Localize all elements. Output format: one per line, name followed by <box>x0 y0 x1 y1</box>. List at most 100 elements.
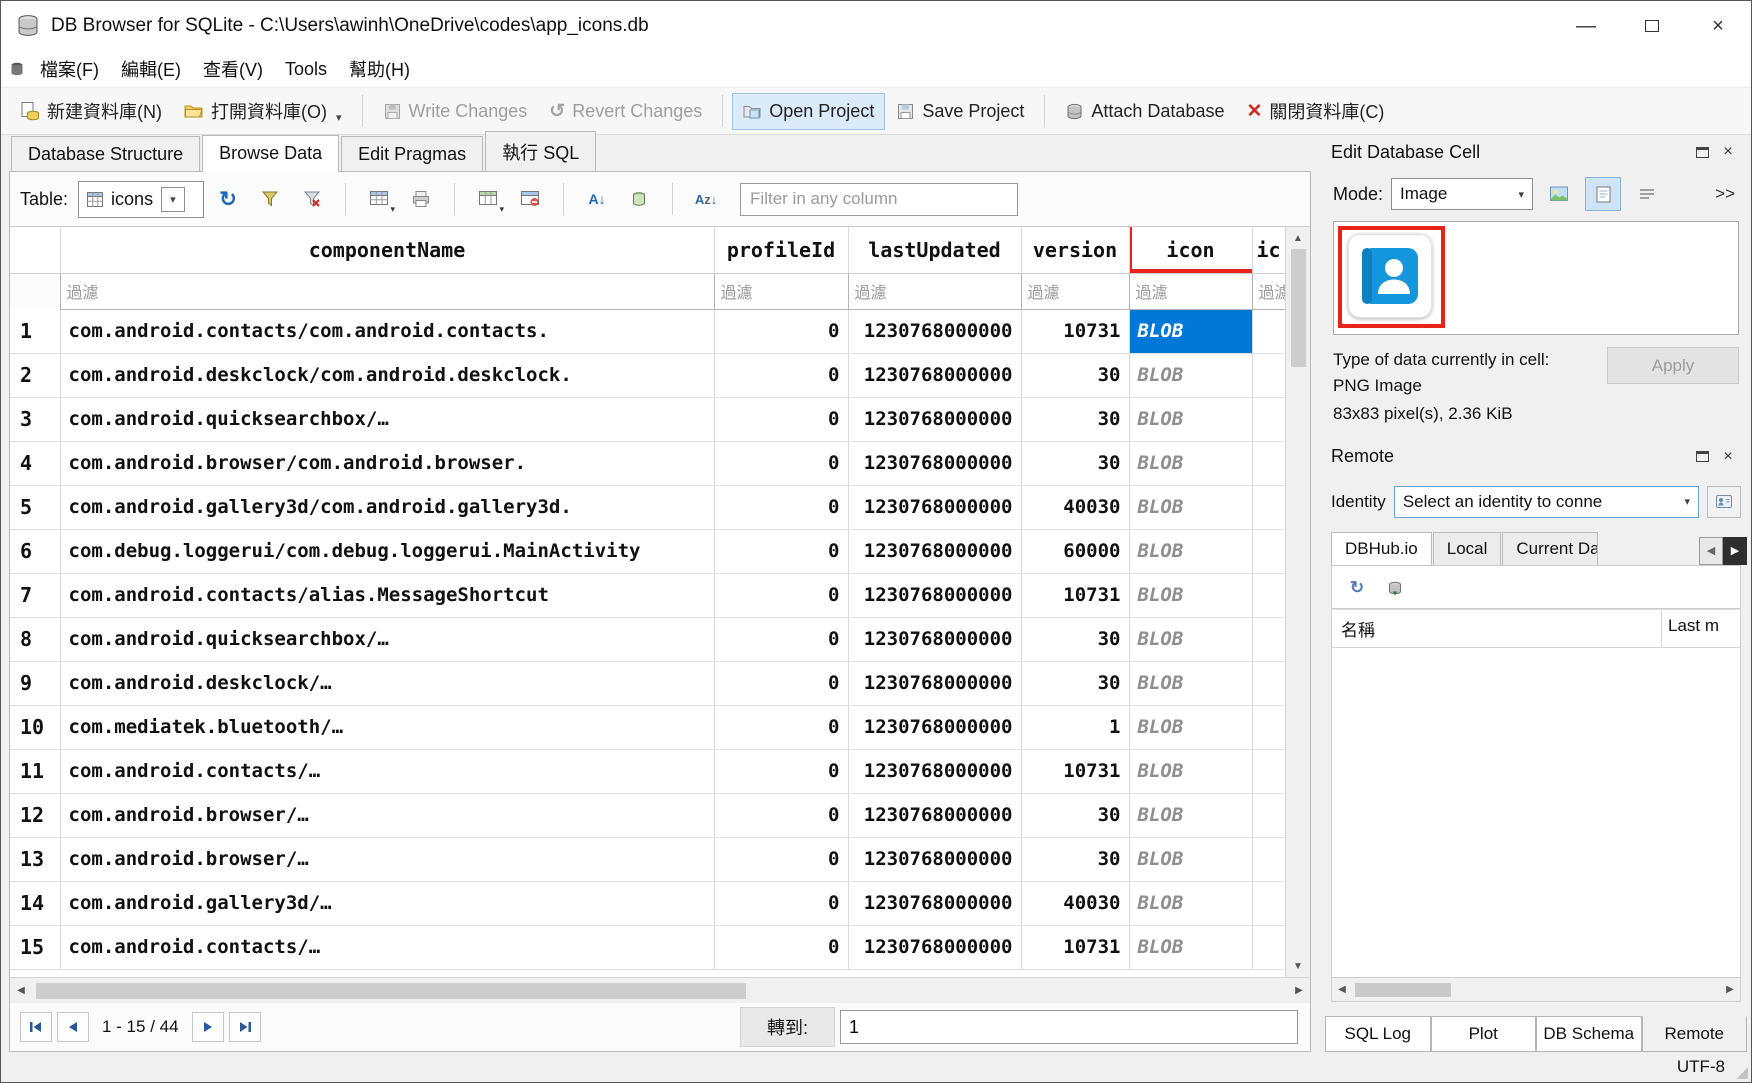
componentName-cell[interactable]: com.android.browser/com.android.browser. <box>60 441 714 485</box>
filter-input-componentName[interactable]: 過濾 <box>60 273 714 309</box>
profileId-cell[interactable]: 0 <box>714 353 848 397</box>
table-row[interactable]: 7 com.android.contacts/alias.MessageShor… <box>10 573 1285 617</box>
profileId-cell[interactable]: 0 <box>714 881 848 925</box>
version-cell[interactable]: 30 <box>1021 397 1129 441</box>
float-panel-button[interactable] <box>1689 140 1715 164</box>
profileId-cell[interactable]: 0 <box>714 661 848 705</box>
lastUpdated-cell[interactable]: 1230768000000 <box>848 353 1021 397</box>
filter-button[interactable] <box>252 182 288 216</box>
tab-edit-pragmas[interactable]: Edit Pragmas <box>341 136 483 171</box>
lastUpdated-cell[interactable]: 1230768000000 <box>848 529 1021 573</box>
lastUpdated-cell[interactable]: 1230768000000 <box>848 397 1021 441</box>
icon-blob-cell[interactable]: BLOB <box>1129 661 1252 705</box>
horizontal-scrollbar-thumb[interactable] <box>36 983 746 999</box>
insert-record-button[interactable]: ▾ <box>470 182 506 216</box>
column-header-profileId[interactable]: profileId <box>714 227 848 273</box>
scroll-left-icon[interactable]: ◀ <box>1332 979 1352 1001</box>
resize-grip-icon[interactable]: ◢ <box>1736 1063 1748 1081</box>
scroll-down-icon[interactable]: ▼ <box>1286 955 1310 977</box>
row-number-cell[interactable]: 7 <box>10 573 60 617</box>
dock-tab-plot[interactable]: Plot <box>1431 1016 1537 1052</box>
menu-help[interactable]: 幫助(H) <box>338 52 421 86</box>
column-header-lastUpdated[interactable]: lastUpdated <box>848 227 1021 273</box>
open-database-button[interactable]: 打開資料庫(O) ▾ <box>173 90 353 132</box>
open-project-button[interactable]: Open Project <box>732 93 885 130</box>
version-cell[interactable]: 40030 <box>1021 485 1129 529</box>
close-database-button[interactable]: ✕ 關閉資料庫(C) <box>1235 90 1395 132</box>
close-button[interactable]: × <box>1685 1 1751 51</box>
delete-record-button[interactable] <box>512 182 548 216</box>
horizontal-scrollbar[interactable]: ◀ ▶ <box>10 977 1310 1003</box>
row-number-cell[interactable]: 4 <box>10 441 60 485</box>
profileId-cell[interactable]: 0 <box>714 705 848 749</box>
maximize-button[interactable] <box>1619 1 1685 51</box>
row-number-cell[interactable]: 2 <box>10 353 60 397</box>
column-header-partial[interactable]: ic <box>1252 227 1285 273</box>
lastUpdated-cell[interactable]: 1230768000000 <box>848 881 1021 925</box>
tab-execute-sql[interactable]: 執行 SQL <box>485 131 596 171</box>
version-cell[interactable]: 10731 <box>1021 925 1129 969</box>
version-cell[interactable]: 30 <box>1021 793 1129 837</box>
filter-any-column-input[interactable] <box>740 183 1018 216</box>
dock-tab-db-schema[interactable]: DB Schema <box>1536 1016 1642 1052</box>
remote-tab-local[interactable]: Local <box>1433 532 1502 565</box>
overflow-cell[interactable] <box>1252 705 1285 749</box>
lastUpdated-cell[interactable]: 1230768000000 <box>848 705 1021 749</box>
icon-blob-cell[interactable]: BLOB <box>1129 617 1252 661</box>
lastUpdated-cell[interactable]: 1230768000000 <box>848 441 1021 485</box>
overflow-cell[interactable] <box>1252 793 1285 837</box>
componentName-cell[interactable]: com.android.quicksearchbox/… <box>60 397 714 441</box>
profileId-cell[interactable]: 0 <box>714 529 848 573</box>
lastUpdated-cell[interactable]: 1230768000000 <box>848 925 1021 969</box>
profileId-cell[interactable]: 0 <box>714 837 848 881</box>
table-row[interactable]: 4 com.android.browser/com.android.browse… <box>10 441 1285 485</box>
menu-file[interactable]: 檔案(F) <box>29 52 110 86</box>
filter-input-lastUpdated[interactable]: 過濾 <box>848 273 1021 309</box>
row-number-cell[interactable]: 12 <box>10 793 60 837</box>
icon-blob-cell[interactable]: BLOB <box>1129 573 1252 617</box>
version-cell[interactable]: 10731 <box>1021 573 1129 617</box>
next-record-button[interactable] <box>192 1012 224 1042</box>
remote-tab-dbhub[interactable]: DBHub.io <box>1331 532 1432 565</box>
componentName-cell[interactable]: com.debug.loggerui/com.debug.loggerui.Ma… <box>60 529 714 573</box>
profileId-cell[interactable]: 0 <box>714 617 848 661</box>
profileId-cell[interactable]: 0 <box>714 309 848 353</box>
componentName-cell[interactable]: com.android.deskclock/com.android.deskcl… <box>60 353 714 397</box>
icon-blob-cell[interactable]: BLOB <box>1129 485 1252 529</box>
icon-blob-cell[interactable]: BLOB <box>1129 353 1252 397</box>
table-row[interactable]: 12 com.android.browser/… 0 1230768000000… <box>10 793 1285 837</box>
lastUpdated-cell[interactable]: 1230768000000 <box>848 309 1021 353</box>
encoding-indicator[interactable]: UTF-8 <box>1677 1057 1725 1077</box>
row-number-cell[interactable]: 13 <box>10 837 60 881</box>
icon-blob-cell[interactable]: BLOB <box>1129 925 1252 969</box>
overflow-cell[interactable] <box>1252 617 1285 661</box>
last-record-button[interactable] <box>229 1012 261 1042</box>
overflow-cell[interactable] <box>1252 529 1285 573</box>
version-cell[interactable]: 30 <box>1021 441 1129 485</box>
close-panel-button[interactable]: × <box>1715 445 1741 469</box>
icon-blob-cell[interactable]: BLOB <box>1129 397 1252 441</box>
filter-input-partial[interactable]: 過濾 <box>1252 273 1285 309</box>
icon-blob-cell[interactable]: BLOB <box>1129 793 1252 837</box>
componentName-cell[interactable]: com.android.contacts/… <box>60 749 714 793</box>
manage-identities-button[interactable] <box>1707 486 1741 518</box>
table-row[interactable]: 2 com.android.deskclock/com.android.desk… <box>10 353 1285 397</box>
tab-browse-data[interactable]: Browse Data <box>202 135 339 172</box>
icon-blob-cell[interactable]: BLOB <box>1129 441 1252 485</box>
open-database-dropdown-icon[interactable]: ▾ <box>336 111 342 124</box>
profileId-cell[interactable]: 0 <box>714 573 848 617</box>
table-row[interactable]: 5 com.android.gallery3d/com.android.gall… <box>10 485 1285 529</box>
close-panel-button[interactable]: × <box>1715 140 1741 164</box>
vertical-scrollbar-thumb[interactable] <box>1291 249 1306 367</box>
menu-tools[interactable]: Tools <box>274 55 338 84</box>
remote-clone-button[interactable] <box>1380 574 1410 602</box>
tab-database-structure[interactable]: Database Structure <box>11 136 200 171</box>
table-row[interactable]: 8 com.android.quicksearchbox/… 0 1230768… <box>10 617 1285 661</box>
table-row[interactable]: 15 com.android.contacts/… 0 123076800000… <box>10 925 1285 969</box>
version-cell[interactable]: 30 <box>1021 661 1129 705</box>
mode-dropdown[interactable]: Image ▾ <box>1391 178 1533 210</box>
version-cell[interactable]: 30 <box>1021 837 1129 881</box>
table-selector[interactable]: icons ▾ <box>78 181 204 218</box>
lastUpdated-cell[interactable]: 1230768000000 <box>848 793 1021 837</box>
save-project-button[interactable]: Save Project <box>885 93 1035 130</box>
